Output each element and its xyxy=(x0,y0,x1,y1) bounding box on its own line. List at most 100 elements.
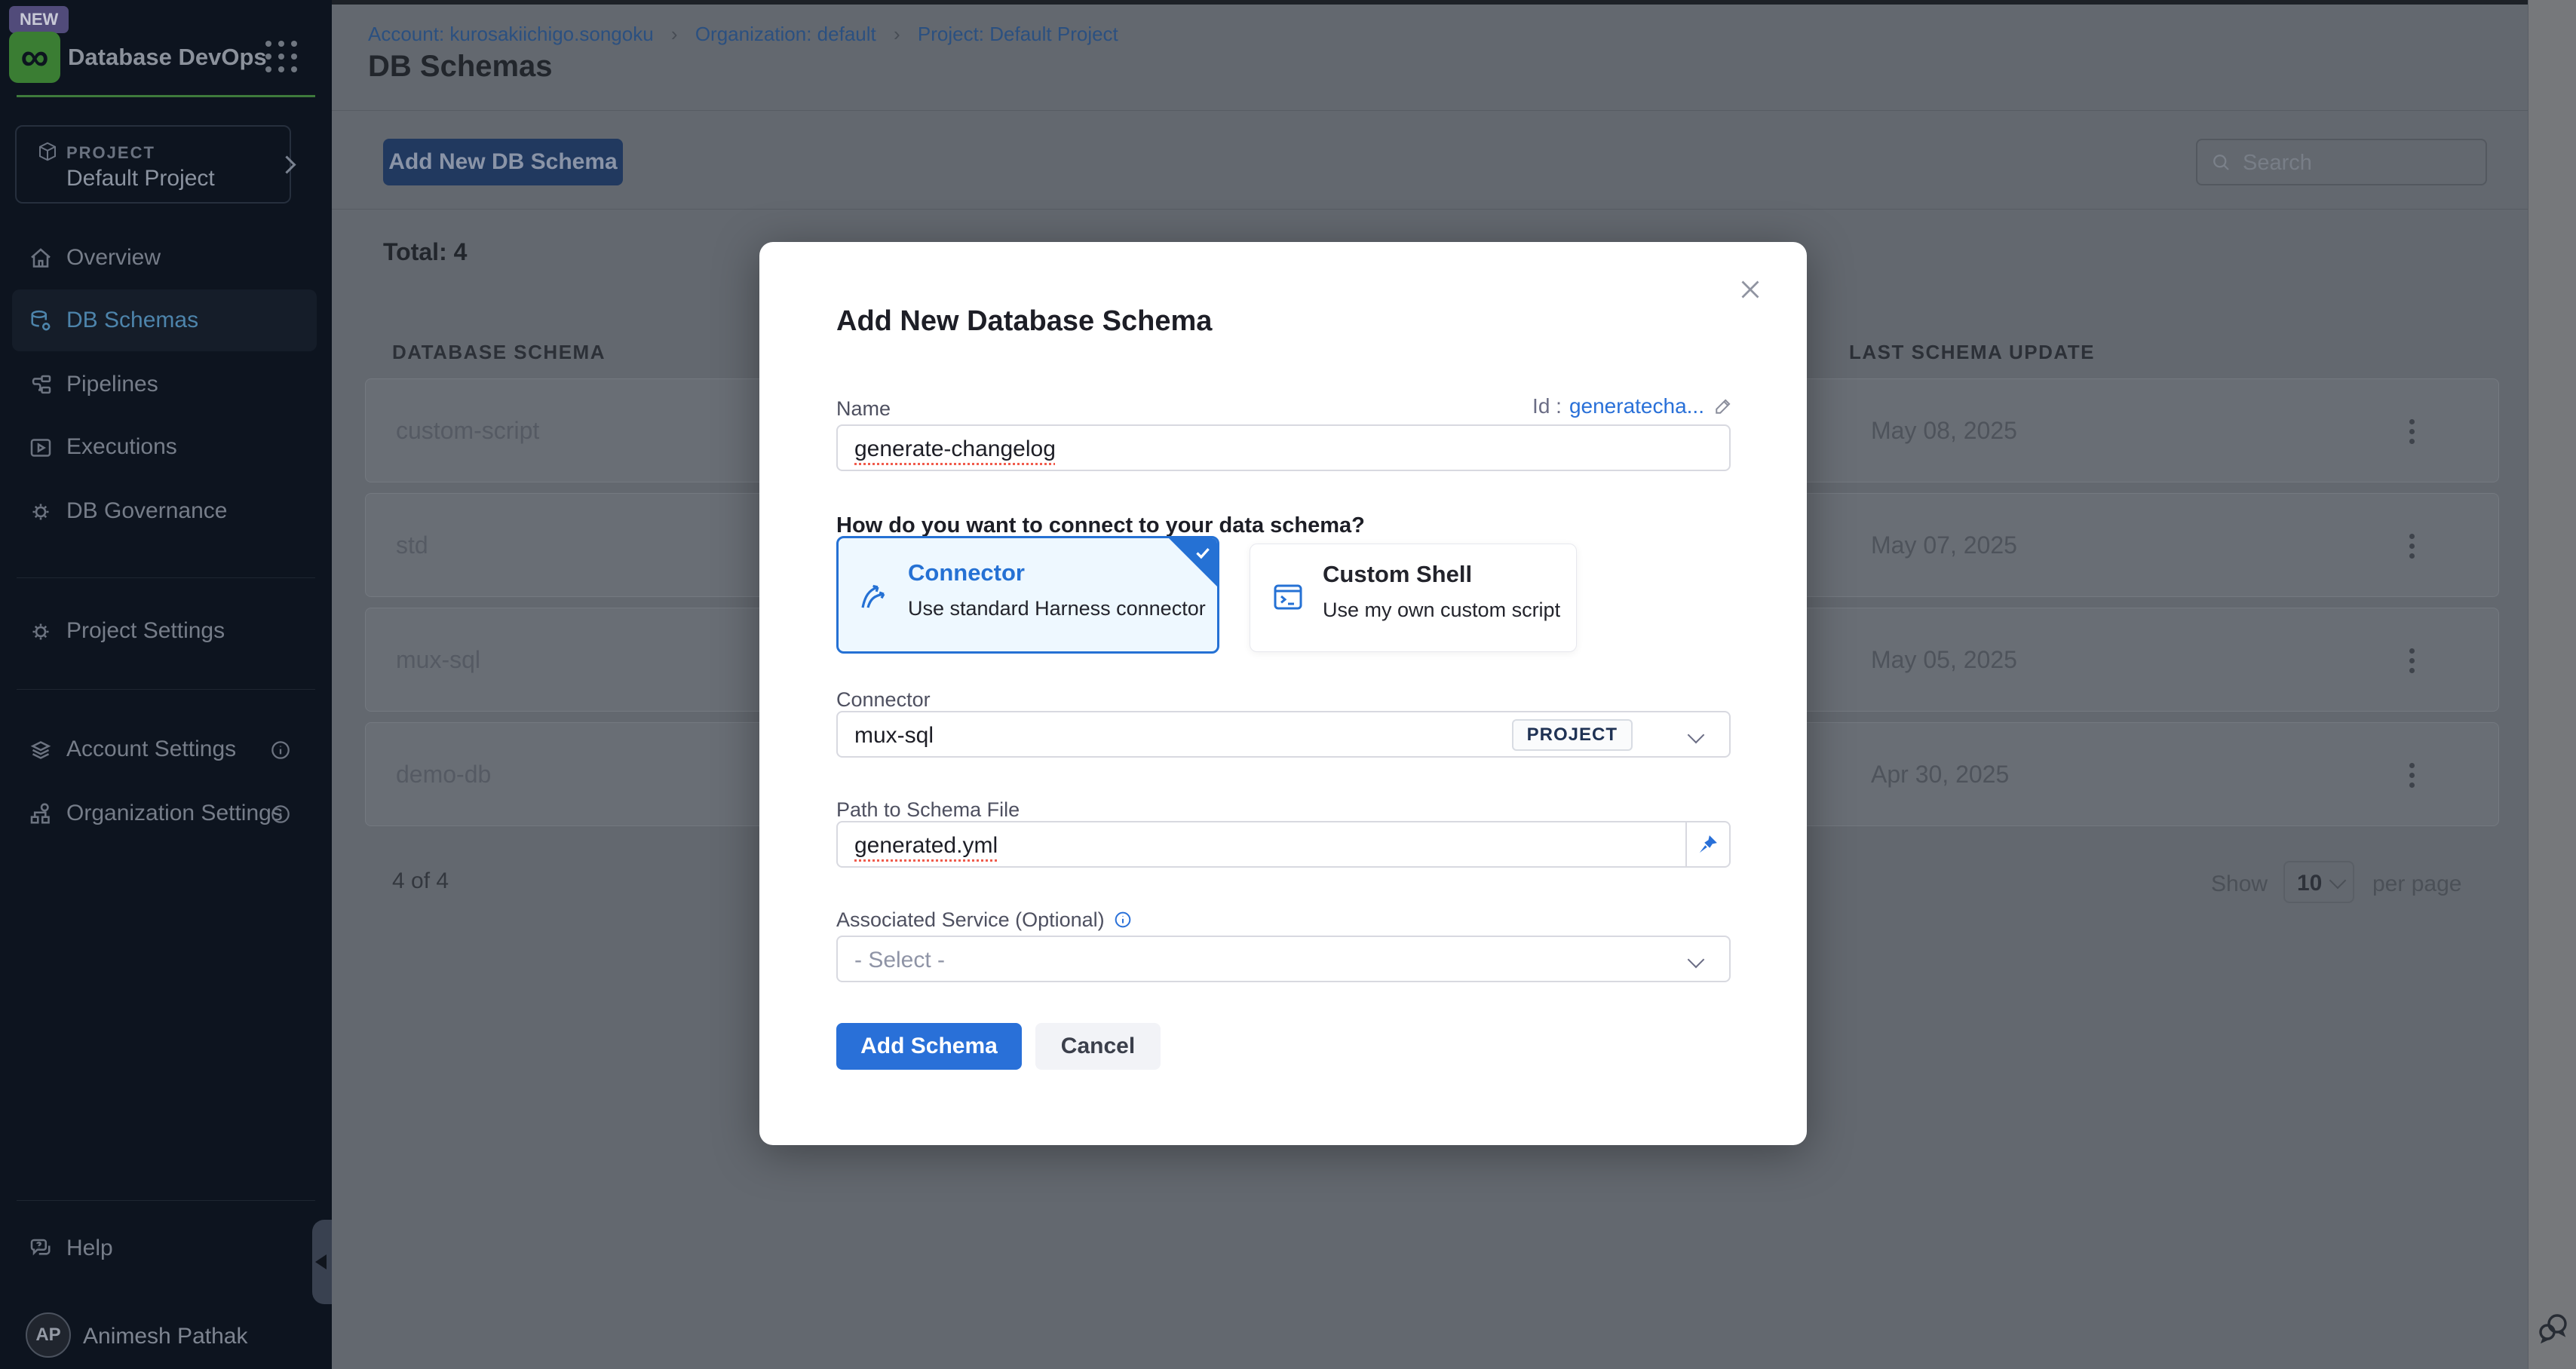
info-icon[interactable] xyxy=(268,802,293,826)
execution-play-icon xyxy=(27,434,54,461)
chevron-down-icon xyxy=(2329,872,2347,890)
sidebar-item-db-schemas[interactable]: DB Schemas xyxy=(0,289,332,351)
breadcrumb-separator: › xyxy=(894,23,900,45)
service-select[interactable]: - Select - xyxy=(836,936,1731,982)
connector-arrows-icon xyxy=(855,577,891,614)
app-root: NEW ∞ Database DevOps PROJECT Default Pr… xyxy=(0,0,2576,1369)
new-badge: NEW xyxy=(9,6,69,33)
total-count: Total: 4 xyxy=(383,238,467,266)
id-value-link[interactable]: generatecha... xyxy=(1569,394,1704,418)
pagination-show-label: Show xyxy=(2211,871,2268,897)
sidebar-divider xyxy=(17,577,315,578)
column-header-database-schema: DATABASE SCHEMA xyxy=(392,341,606,364)
close-icon[interactable] xyxy=(1734,274,1766,305)
custom-shell-option-title: Custom Shell xyxy=(1323,561,1472,588)
user-avatar[interactable]: AP xyxy=(26,1312,71,1358)
chevron-down-icon xyxy=(1688,727,1705,744)
row-menu-icon[interactable] xyxy=(2393,640,2430,681)
page-title: DB Schemas xyxy=(368,50,553,84)
breadcrumb-separator: › xyxy=(671,23,678,45)
search-placeholder: Search xyxy=(2243,151,2312,176)
modal-title: Add New Database Schema xyxy=(836,305,1212,338)
header-divider xyxy=(332,110,2528,111)
governance-gear-icon xyxy=(27,498,54,525)
user-name[interactable]: Animesh Pathak xyxy=(83,1324,247,1349)
option-card-connector[interactable]: Connector Use standard Harness connector xyxy=(836,536,1219,654)
option-card-custom-shell[interactable]: Custom Shell Use my own custom script xyxy=(1250,544,1577,652)
pin-button[interactable] xyxy=(1685,822,1729,866)
collapse-arrow-icon xyxy=(315,1254,327,1269)
add-schema-modal: Add New Database Schema Name Id : genera… xyxy=(759,242,1807,1145)
module-grid-icon[interactable] xyxy=(265,41,299,74)
terminal-icon xyxy=(1270,579,1306,615)
row-menu-icon[interactable] xyxy=(2393,755,2430,795)
organization-icon xyxy=(27,801,54,828)
sidebar-item-pipelines[interactable]: Pipelines xyxy=(0,354,332,415)
sidebar-item-help[interactable]: Help xyxy=(0,1217,332,1279)
database-gear-icon xyxy=(27,308,54,335)
connect-question: How do you want to connect to your data … xyxy=(836,513,1365,538)
sidebar-item-account-settings[interactable]: Account Settings xyxy=(0,718,332,780)
project-cube-icon xyxy=(36,140,59,163)
sidebar-item-db-governance[interactable]: DB Governance xyxy=(0,480,332,542)
breadcrumb: Account: kurosakiichigo.songoku › Organi… xyxy=(368,23,1118,46)
toolbar-divider xyxy=(332,209,2528,210)
add-new-db-schema-button[interactable]: Add New DB Schema xyxy=(383,139,623,185)
connector-option-title: Connector xyxy=(908,559,1025,586)
info-icon[interactable] xyxy=(1112,909,1133,930)
breadcrumb-organization[interactable]: Organization: default xyxy=(695,23,876,45)
check-icon xyxy=(1193,543,1213,562)
add-schema-button[interactable]: Add Schema xyxy=(836,1023,1022,1070)
help-chat-icon xyxy=(27,1236,54,1263)
pagination-per-page-label: per page xyxy=(2372,871,2461,897)
settings-gear-icon xyxy=(27,618,54,645)
row-menu-icon[interactable] xyxy=(2393,411,2430,452)
path-label: Path to Schema File xyxy=(836,798,1020,822)
search-input[interactable]: Search xyxy=(2196,139,2487,185)
cancel-button[interactable]: Cancel xyxy=(1035,1023,1161,1070)
project-scope-label: PROJECT xyxy=(66,143,155,163)
info-icon[interactable] xyxy=(268,738,293,762)
database-devops-logo[interactable]: ∞ xyxy=(9,32,60,83)
sidebar: NEW ∞ Database DevOps PROJECT Default Pr… xyxy=(0,0,332,1369)
infinity-icon: ∞ xyxy=(20,38,48,77)
custom-shell-option-subtitle: Use my own custom script xyxy=(1323,599,1560,622)
chat-bubbles-icon[interactable] xyxy=(2535,1310,2571,1346)
edit-pencil-icon[interactable] xyxy=(1712,395,1734,418)
sidebar-item-organization-settings[interactable]: Organization Settings xyxy=(0,783,332,844)
sidebar-item-project-settings[interactable]: Project Settings xyxy=(0,600,332,662)
scope-badge: PROJECT xyxy=(1512,719,1633,751)
name-field[interactable]: generate-changelog xyxy=(836,424,1731,471)
id-label: Id : xyxy=(1532,394,1562,418)
window-top-strip xyxy=(0,0,2576,5)
path-field[interactable]: generated.yml xyxy=(836,821,1731,868)
page-size-select[interactable]: 10 xyxy=(2283,861,2354,903)
sidebar-collapse-handle[interactable] xyxy=(312,1220,332,1304)
chevron-down-icon xyxy=(1688,951,1705,969)
project-selector[interactable] xyxy=(15,125,291,204)
sidebar-item-overview[interactable]: Overview xyxy=(0,227,332,289)
search-icon xyxy=(2210,151,2232,173)
connector-option-subtitle: Use standard Harness connector xyxy=(908,597,1206,620)
brand-divider xyxy=(17,95,315,97)
sidebar-divider xyxy=(17,689,315,690)
breadcrumb-project[interactable]: Project: Default Project xyxy=(918,23,1118,45)
pin-icon xyxy=(1697,833,1719,856)
service-label: Associated Service (Optional) xyxy=(836,908,1133,932)
connector-select[interactable]: mux-sql PROJECT xyxy=(836,711,1731,758)
breadcrumb-account[interactable]: Account: kurosakiichigo.songoku xyxy=(368,23,654,45)
name-label: Name xyxy=(836,397,891,421)
project-name: Default Project xyxy=(66,166,215,191)
sidebar-item-executions[interactable]: Executions xyxy=(0,416,332,478)
column-header-last-schema-update: LAST SCHEMA UPDATE xyxy=(1849,341,2095,364)
connector-label: Connector xyxy=(836,688,931,712)
sidebar-divider xyxy=(17,1200,315,1201)
pipeline-icon xyxy=(27,372,54,399)
app-title: Database DevOps xyxy=(68,44,267,71)
entity-id: Id : generatecha... xyxy=(1532,394,1734,418)
right-rail xyxy=(2528,0,2576,1369)
pagination-range: 4 of 4 xyxy=(392,868,449,894)
row-menu-icon[interactable] xyxy=(2393,525,2430,566)
chevron-right-icon xyxy=(278,155,296,173)
home-icon xyxy=(27,245,54,272)
